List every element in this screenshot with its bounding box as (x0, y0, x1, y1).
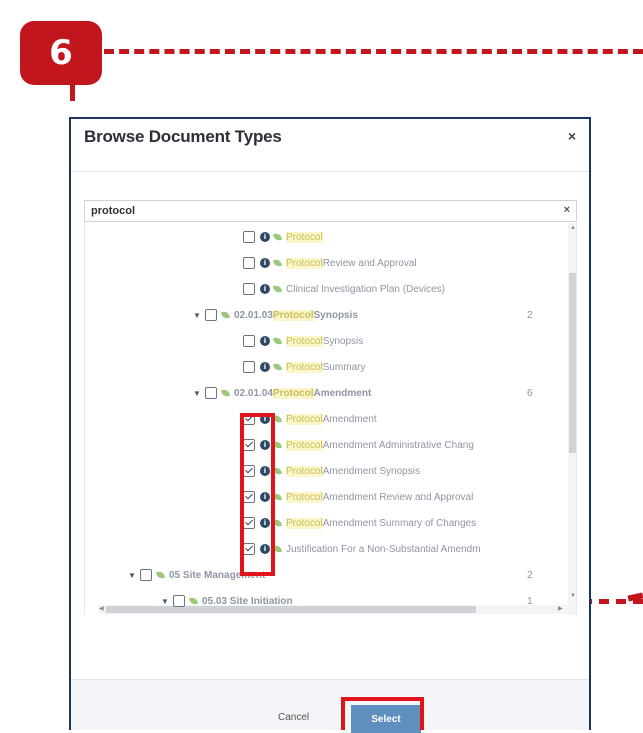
dialog-footer: Cancel Select (71, 679, 589, 733)
search-highlight: Protocol (286, 439, 323, 451)
search-highlight: Protocol (272, 387, 314, 399)
info-icon[interactable]: i (260, 362, 270, 372)
tree-checkbox[interactable] (205, 309, 217, 321)
dialog-header: Browse Document Types × (71, 119, 589, 172)
tree-label: 02.01.03 (234, 309, 273, 321)
leaf-icon (272, 362, 283, 372)
callout-stem (70, 85, 75, 101)
callout-line-top (104, 49, 643, 54)
step-number: 6 (49, 33, 73, 73)
step-badge: 6 (20, 21, 102, 85)
info-icon[interactable]: i (260, 258, 270, 268)
search-highlight: Protocol (286, 257, 323, 269)
leaf-icon (272, 336, 283, 346)
tree-row[interactable]: i Justification For a Non-Substantial Ame… (243, 539, 481, 559)
tree-label: Justification For a Non-Substantial Amen… (286, 543, 481, 555)
search-highlight: Protocol (286, 413, 323, 425)
tree-row[interactable]: ▼ 02.01.04 Protocol Amendment (193, 383, 371, 403)
tree-label: Synopsis (322, 335, 364, 347)
info-icon[interactable]: i (260, 336, 270, 346)
tree-label: Amendment Review and Approval (322, 491, 474, 503)
search-highlight: Protocol (286, 231, 323, 243)
tree-row[interactable]: i Protocol Amendment Review and Approval (243, 487, 473, 507)
scroll-right-arrow-icon[interactable]: ▶ (558, 605, 563, 612)
tree-row[interactable]: ▼ 02.01.03 Protocol Synopsis (193, 305, 358, 325)
tree-checkbox[interactable] (243, 283, 255, 295)
tree-checkbox[interactable] (205, 387, 217, 399)
item-count: 6 (527, 387, 533, 399)
highlight-select-button (341, 697, 424, 730)
tree-label: Summary (322, 361, 366, 373)
tree-label: Amendment Administrative Chang (322, 439, 474, 451)
search-highlight: Protocol (286, 517, 323, 529)
info-icon[interactable]: i (260, 284, 270, 294)
search-highlight: Protocol (272, 309, 314, 321)
tree-checkbox[interactable] (173, 595, 185, 607)
tree-label: Clinical Investigation Plan (Devices) (286, 283, 445, 295)
expand-caret-icon[interactable]: ▼ (193, 311, 205, 320)
search-highlight: Protocol (286, 361, 323, 373)
tree-checkbox[interactable] (243, 361, 255, 373)
tree-checkbox[interactable] (243, 335, 255, 347)
tree-label: Review and Approval (322, 257, 417, 269)
info-icon[interactable]: i (260, 232, 270, 242)
tree-row[interactable]: i Protocol Summary (243, 357, 365, 377)
leaf-icon (220, 310, 231, 320)
item-count: 2 (527, 569, 533, 581)
scroll-left-arrow-icon[interactable]: ◀ (99, 605, 104, 612)
search-input[interactable] (85, 201, 551, 221)
tree-label: Amendment Summary of Changes (322, 517, 477, 529)
expand-caret-icon[interactable]: ▼ (128, 571, 140, 580)
scroll-up-arrow-icon[interactable]: ▲ (570, 225, 576, 231)
leaf-icon (155, 570, 166, 580)
tree-label: 02.01.04 (234, 387, 273, 399)
search-highlight: Protocol (286, 335, 323, 347)
dialog-title: Browse Document Types (84, 127, 282, 146)
close-icon[interactable]: × (568, 128, 576, 144)
tree-label: 05.03 Site Initiation (202, 595, 293, 607)
cancel-button[interactable]: Cancel (278, 712, 309, 723)
tree-row[interactable]: i Protocol Review and Approval (243, 253, 417, 273)
vertical-scrollbar[interactable]: ▲ ▼ (568, 223, 576, 615)
item-count: 2 (527, 309, 533, 321)
tree-label: Amendment (313, 387, 372, 399)
document-type-tree: ▲ ▼ ◀ ▶ i Protocol i Protocol Review and Ap… (84, 223, 577, 615)
leaf-icon (272, 232, 283, 242)
tree-row[interactable]: i Protocol Amendment Administrative Chang (243, 435, 474, 455)
tree-row[interactable]: i Clinical Investigation Plan (Devices) (243, 279, 445, 299)
search-highlight: Protocol (286, 465, 323, 477)
vertical-scroll-thumb[interactable] (569, 273, 576, 453)
tree-row[interactable]: i Protocol Synopsis (243, 331, 363, 351)
tree-label: Amendment Synopsis (322, 465, 420, 477)
scroll-down-arrow-icon[interactable]: ▼ (570, 593, 576, 599)
browse-document-types-dialog: Browse Document Types × × ▲ ▼ ◀ ▶ iProto… (69, 117, 591, 733)
tree-checkbox[interactable] (243, 231, 255, 243)
leaf-icon (220, 388, 231, 398)
clear-search-icon[interactable]: × (564, 204, 570, 216)
search-field[interactable]: × (84, 200, 577, 222)
expand-caret-icon[interactable]: ▼ (161, 597, 173, 606)
tree-label: Synopsis (313, 309, 358, 321)
tree-label: Amendment (322, 413, 377, 425)
leaf-icon (272, 284, 283, 294)
leaf-icon (188, 596, 199, 606)
search-highlight: Protocol (286, 491, 323, 503)
item-count: 1 (527, 595, 533, 607)
tree-row[interactable]: i Protocol Amendment Summary of Changes (243, 513, 476, 533)
tree-row[interactable]: i Protocol (243, 227, 323, 247)
leaf-icon (272, 258, 283, 268)
highlight-checked-items (240, 413, 275, 576)
tree-checkbox[interactable] (140, 569, 152, 581)
tree-checkbox[interactable] (243, 257, 255, 269)
expand-caret-icon[interactable]: ▼ (193, 389, 205, 398)
tree-row[interactable]: ▼ 05.03 Site Initiation (161, 591, 293, 611)
